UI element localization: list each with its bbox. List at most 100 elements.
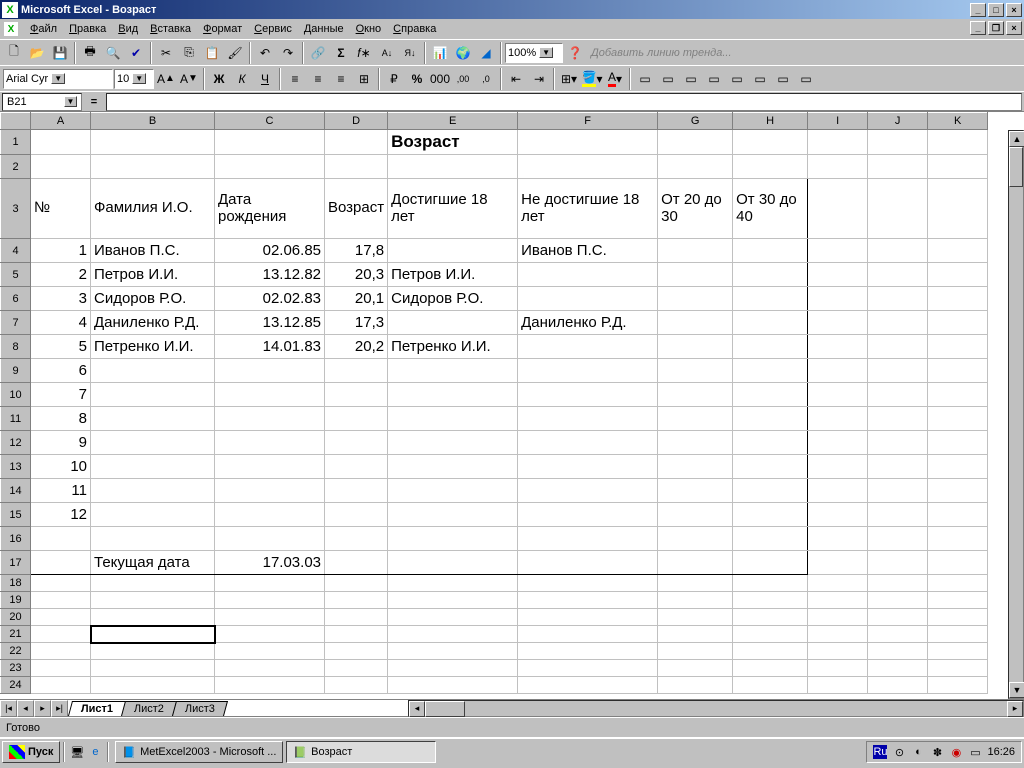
cell-F16[interactable] [518,527,658,551]
cell-K2[interactable] [928,155,988,179]
cell-E18[interactable] [388,575,518,592]
cell-H17[interactable] [733,551,808,575]
cell-E12[interactable] [388,431,518,455]
cell-J2[interactable] [868,155,928,179]
cell-B17[interactable]: Текущая дата [91,551,215,575]
cell-B21[interactable] [91,626,215,643]
col-header-C[interactable]: C [215,113,325,130]
row-header-11[interactable]: 11 [1,407,31,431]
cell-D18[interactable] [325,575,388,592]
cell-G20[interactable] [658,609,733,626]
cell-A8[interactable]: 5 [31,335,91,359]
cell-F4[interactable]: Иванов П.С. [518,239,658,263]
col-header-A[interactable]: A [31,113,91,130]
cell-H3[interactable]: От 30 до 40 [733,179,808,239]
cell-G17[interactable] [658,551,733,575]
cell-B23[interactable] [91,660,215,677]
cell-D22[interactable] [325,643,388,660]
cell-D9[interactable] [325,359,388,383]
cell-B13[interactable] [91,455,215,479]
col-header-H[interactable]: H [733,113,808,130]
cell-D24[interactable] [325,677,388,694]
cell-I18[interactable] [808,575,868,592]
cell-F5[interactable] [518,263,658,287]
cell-H5[interactable] [733,263,808,287]
row-header-6[interactable]: 6 [1,287,31,311]
row-header-8[interactable]: 8 [1,335,31,359]
cell-K9[interactable] [928,359,988,383]
function-button[interactable]: f∗ [353,42,375,64]
cell-H8[interactable] [733,335,808,359]
cell-F1[interactable] [518,130,658,155]
cell-I10[interactable] [808,383,868,407]
cell-C17[interactable]: 17.03.03 [215,551,325,575]
cell-D6[interactable]: 20,1 [325,287,388,311]
menu-формат[interactable]: Формат [197,21,248,37]
cell-D2[interactable] [325,155,388,179]
cell-I22[interactable] [808,643,868,660]
cell-E14[interactable] [388,479,518,503]
cell-H7[interactable] [733,311,808,335]
cell-D14[interactable] [325,479,388,503]
cell-E3[interactable]: Достигшие 18 лет [388,179,518,239]
cell-H22[interactable] [733,643,808,660]
cell-J4[interactable] [868,239,928,263]
decrease-decimal-button[interactable]: ,0 [475,68,497,90]
cell-C24[interactable] [215,677,325,694]
cell-A22[interactable] [31,643,91,660]
row-header-18[interactable]: 18 [1,575,31,592]
cell-I8[interactable] [808,335,868,359]
cell-D11[interactable] [325,407,388,431]
cell-K1[interactable] [928,130,988,155]
cell-D5[interactable]: 20,3 [325,263,388,287]
cell-K12[interactable] [928,431,988,455]
cell-J12[interactable] [868,431,928,455]
cell-G5[interactable] [658,263,733,287]
cell-H4[interactable] [733,239,808,263]
cell-H11[interactable] [733,407,808,431]
row-header-16[interactable]: 16 [1,527,31,551]
cell-A7[interactable]: 4 [31,311,91,335]
cell-D17[interactable] [325,551,388,575]
cell-I15[interactable] [808,503,868,527]
formula-bar[interactable] [106,93,1022,111]
cell-G3[interactable]: От 20 до 30 [658,179,733,239]
paste-button[interactable]: 📋 [201,42,223,64]
cell-K21[interactable] [928,626,988,643]
cell-A10[interactable]: 7 [31,383,91,407]
cell-A24[interactable] [31,677,91,694]
cell-A5[interactable]: 2 [31,263,91,287]
cell-I24[interactable] [808,677,868,694]
row-header-10[interactable]: 10 [1,383,31,407]
cell-D20[interactable] [325,609,388,626]
scroll-up-button[interactable]: ▲ [1009,131,1024,147]
cell-D16[interactable] [325,527,388,551]
cell-E8[interactable]: Петренко И.И. [388,335,518,359]
cell-C23[interactable] [215,660,325,677]
cell-F2[interactable] [518,155,658,179]
increase-indent-button[interactable]: ⇥ [528,68,550,90]
cell-I6[interactable] [808,287,868,311]
cell-J21[interactable] [868,626,928,643]
cell-B14[interactable] [91,479,215,503]
cell-E22[interactable] [388,643,518,660]
cell-H24[interactable] [733,677,808,694]
cell-I14[interactable] [808,479,868,503]
cell-K7[interactable] [928,311,988,335]
cell-C3[interactable]: Дата рождения [215,179,325,239]
cell-C2[interactable] [215,155,325,179]
cell-F11[interactable] [518,407,658,431]
cell-K8[interactable] [928,335,988,359]
cell-E13[interactable] [388,455,518,479]
cell-C11[interactable] [215,407,325,431]
cell-I1[interactable] [808,130,868,155]
menu-справка[interactable]: Справка [387,21,442,37]
cell-G11[interactable] [658,407,733,431]
chart-wizard-button[interactable]: 📊 [429,42,451,64]
row-header-3[interactable]: 3 [1,179,31,239]
cell-A17[interactable] [31,551,91,575]
cell-H10[interactable] [733,383,808,407]
row-header-17[interactable]: 17 [1,551,31,575]
doc-close-button[interactable]: × [1006,21,1022,35]
cell-A11[interactable]: 8 [31,407,91,431]
